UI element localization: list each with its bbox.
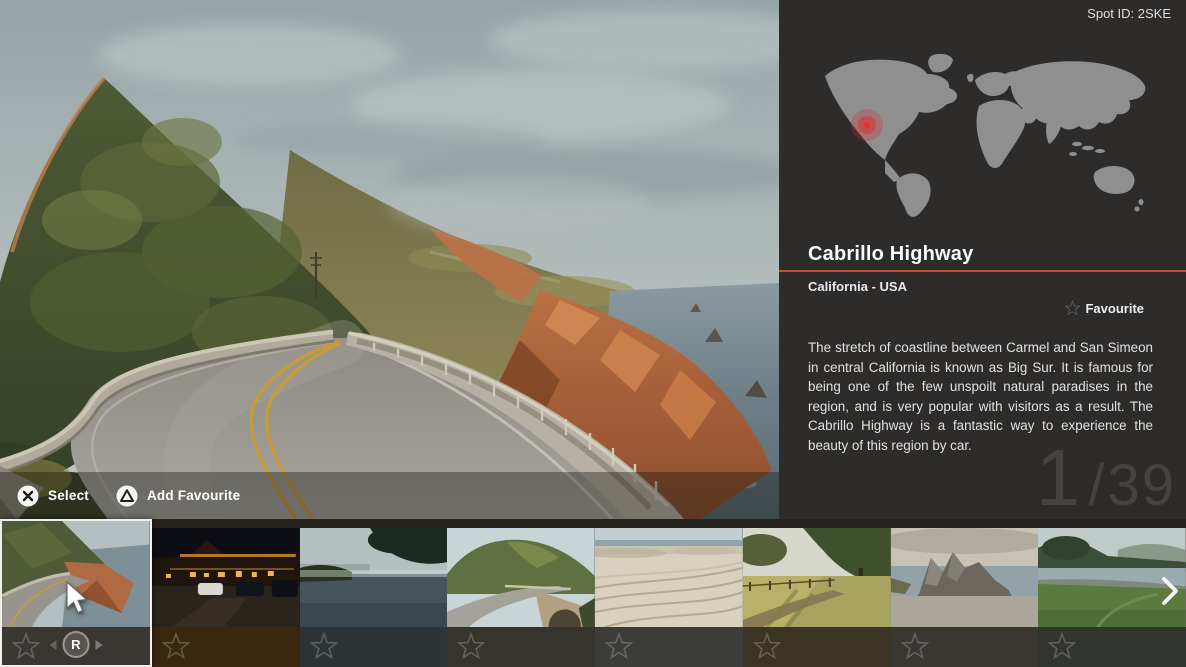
counter-total: 39 xyxy=(1107,452,1176,519)
star-icon xyxy=(900,632,930,662)
spot-id: Spot ID: 2SKE xyxy=(1087,6,1171,21)
r-button[interactable]: R xyxy=(62,631,89,658)
spot-title: Cabrillo Highway xyxy=(808,243,973,266)
thumbnail-label-bar xyxy=(1038,627,1186,667)
favourite-status: Favourite xyxy=(1064,300,1144,317)
thumbnail-night-street[interactable] xyxy=(152,519,300,667)
mouse-cursor-icon xyxy=(65,581,89,615)
strip-next-chevron-icon[interactable] xyxy=(1161,576,1179,606)
thumbnail-sand-dunes[interactable] xyxy=(595,519,743,667)
select-hint-label: Select xyxy=(48,488,89,503)
thumbnail-label-bar: R xyxy=(2,627,150,665)
bixby-bridge-photo xyxy=(0,0,779,519)
thumbnail-tree-lined-path[interactable] xyxy=(743,519,891,667)
triangle-button-icon xyxy=(116,485,138,507)
thumbnail-bridge-side-view[interactable] xyxy=(447,519,595,667)
star-icon xyxy=(604,632,634,662)
controller-hint-bar: Select Add Favourite xyxy=(0,472,779,519)
spot-counter: 1 / 39 xyxy=(1036,441,1176,519)
star-icon xyxy=(11,632,41,662)
thumbnail-rocky-point[interactable] xyxy=(891,519,1039,667)
star-icon xyxy=(161,632,191,662)
thumbnail-label-bar xyxy=(595,627,743,667)
title-divider xyxy=(779,270,1186,272)
world-map xyxy=(811,50,1153,220)
select-hint[interactable]: Select xyxy=(17,485,89,507)
spot-region: California - USA xyxy=(808,279,907,294)
thumbnail-label-bar xyxy=(300,627,448,667)
star-icon xyxy=(752,632,782,662)
r-stick-hint[interactable]: R xyxy=(49,631,102,658)
chevron-left-icon xyxy=(49,640,56,650)
favourite-label: Favourite xyxy=(1085,301,1144,316)
chevron-right-icon xyxy=(95,640,102,650)
spot-info-panel: Spot ID: 2SKE xyxy=(779,0,1186,519)
main-photo: Select Add Favourite xyxy=(0,0,779,519)
add-favourite-hint[interactable]: Add Favourite xyxy=(116,485,240,507)
thumbnail-label-bar xyxy=(152,627,300,667)
thumbnail-bixby-bridge-road[interactable]: R xyxy=(0,519,152,667)
counter-separator: / xyxy=(1088,452,1104,519)
thumbnail-label-bar xyxy=(447,627,595,667)
spot-description: The stretch of coastline between Carmel … xyxy=(808,338,1153,455)
thumbnail-label-bar xyxy=(743,627,891,667)
add-favourite-hint-label: Add Favourite xyxy=(147,488,240,503)
star-icon xyxy=(456,632,486,662)
thumbnail-label-bar xyxy=(891,627,1039,667)
scapes-spot-screen: Select Add Favourite Spot ID: 2SKE xyxy=(0,0,1186,667)
cross-button-icon xyxy=(17,485,39,507)
counter-current: 1 xyxy=(1036,441,1081,515)
star-icon xyxy=(1064,300,1081,317)
star-icon xyxy=(309,632,339,662)
spot-thumbnail-strip: R xyxy=(0,519,1186,667)
map-marker-icon xyxy=(851,109,883,141)
star-icon xyxy=(1047,632,1077,662)
thumbnail-misty-cove[interactable] xyxy=(300,519,448,667)
